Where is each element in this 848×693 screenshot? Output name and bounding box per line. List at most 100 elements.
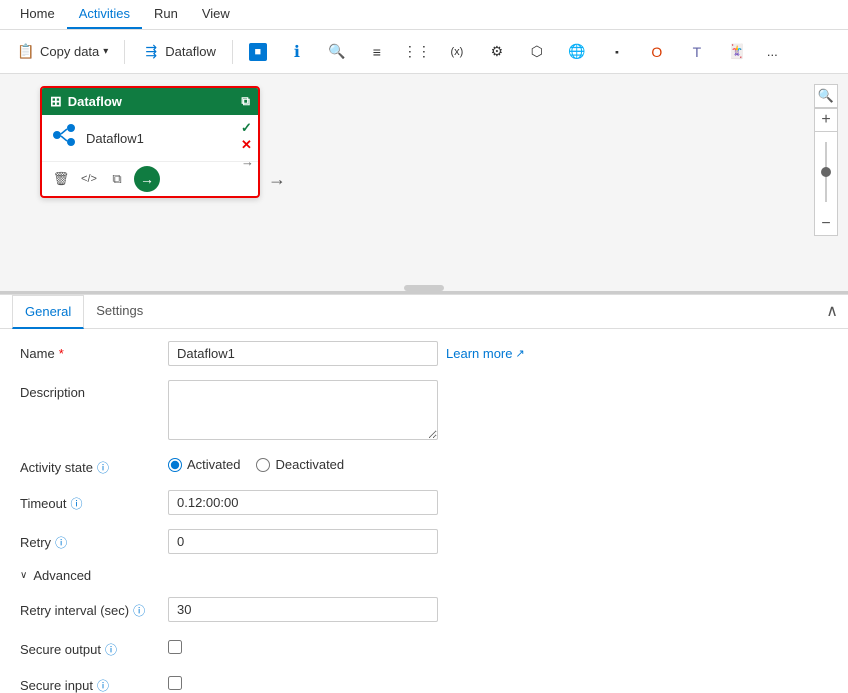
retry-info-icon[interactable]: ⓘ xyxy=(55,534,67,551)
activity-arrow-btn[interactable]: → xyxy=(134,166,160,192)
toolbar-icon-12: 🃏 xyxy=(727,42,747,62)
toolbar-separator-2 xyxy=(232,40,233,64)
form-label-retry-interval: Retry interval (sec) ⓘ xyxy=(20,597,160,619)
name-input[interactable] xyxy=(168,341,438,366)
toolbar-icon-7: ⬡ xyxy=(527,42,547,62)
activity-header-icon: ⊞ xyxy=(50,93,62,110)
toolbar-search-icon: 🔍 xyxy=(327,42,347,62)
deactivated-radio[interactable] xyxy=(256,458,270,472)
toolbar-icon-btn-5[interactable]: (x) xyxy=(439,38,475,66)
toolbar-separator-1 xyxy=(124,40,125,64)
toolbar-icon-btn-7[interactable]: ⬡ xyxy=(519,38,555,66)
toolbar-icon-5: (x) xyxy=(447,42,467,62)
form-row-name: Name * Learn more ↗ xyxy=(20,341,828,366)
toolbar-icon-btn-2[interactable]: ℹ xyxy=(279,38,315,66)
learn-more-text: Learn more xyxy=(446,346,512,361)
retry-label-text: Retry xyxy=(20,535,51,550)
activated-radio[interactable] xyxy=(168,458,182,472)
activated-label-text: Activated xyxy=(187,457,240,472)
toolbar-icon-btn-3[interactable]: ≡ xyxy=(359,38,395,66)
copy-data-button[interactable]: 📋 Copy data ▾ xyxy=(8,38,116,66)
toolbar-icon-btn-12[interactable]: 🃏 xyxy=(719,38,755,66)
form-row-description: Description xyxy=(20,380,828,440)
timeout-input[interactable] xyxy=(168,490,438,515)
toolbar-icon-btn-6[interactable]: ⚙ xyxy=(479,38,515,66)
activity-external-link-icon[interactable]: ⧉ xyxy=(241,94,250,109)
learn-more-link[interactable]: Learn more ↗ xyxy=(446,341,525,361)
description-input[interactable] xyxy=(168,380,438,440)
toolbar-icon-11: T xyxy=(687,42,707,62)
panel-collapse-btn[interactable]: ∧ xyxy=(826,301,838,321)
secure-output-label-text: Secure output xyxy=(20,642,101,657)
activity-node: ⊞ Dataflow ⧉ Dataflow1 xyxy=(40,86,260,198)
form-row-activity-state: Activity state ⓘ Activated Deactivated xyxy=(20,454,828,476)
form-row-secure-output: Secure output ⓘ xyxy=(20,636,828,658)
secure-output-info-icon[interactable]: ⓘ xyxy=(105,641,117,658)
copy-data-label: Copy data xyxy=(40,44,99,59)
toolbar-more-btn[interactable]: ... xyxy=(759,40,786,63)
tab-general[interactable]: General xyxy=(12,295,84,329)
menu-bar: Home Activities Run View xyxy=(0,0,848,30)
zoom-search-btn[interactable]: 🔍 xyxy=(814,84,838,108)
activity-header-left: ⊞ Dataflow xyxy=(50,93,122,110)
activity-state-label-text: Activity state xyxy=(20,460,93,475)
toolbar-icon-btn-9[interactable]: ⬝ xyxy=(599,38,635,66)
menu-item-activities[interactable]: Activities xyxy=(67,0,142,29)
form-label-timeout: Timeout ⓘ xyxy=(20,490,160,512)
name-required-star: * xyxy=(59,346,64,361)
activity-delete-btn[interactable]: 🗑 xyxy=(50,168,72,190)
zoom-slider[interactable] xyxy=(814,132,838,212)
description-label-text: Description xyxy=(20,385,85,400)
toolbar-icon-btn-10[interactable]: O xyxy=(639,38,675,66)
dataflow-label: Dataflow xyxy=(165,44,216,59)
toolbar-icon-1: ■ xyxy=(249,43,267,61)
activity-header-title: Dataflow xyxy=(68,94,122,109)
form-label-description: Description xyxy=(20,380,160,400)
retry-interval-input[interactable] xyxy=(168,597,438,622)
activity-status-panel: ✓ ✕ → xyxy=(241,120,254,169)
secure-input-checkbox[interactable] xyxy=(168,676,182,690)
retry-interval-info-icon[interactable]: ⓘ xyxy=(133,602,145,619)
secure-input-info-icon[interactable]: ⓘ xyxy=(97,677,109,693)
toolbar-search-btn[interactable]: 🔍 xyxy=(319,38,355,66)
toolbar-icon-9: ⬝ xyxy=(607,42,627,62)
deactivated-radio-label[interactable]: Deactivated xyxy=(256,457,344,472)
toolbar-icon-2: ℹ xyxy=(287,42,307,62)
tab-settings[interactable]: Settings xyxy=(84,295,155,328)
bottom-panel: General Settings ∧ Name * Learn more ↗ xyxy=(0,294,848,693)
toolbar-icon-3: ≡ xyxy=(367,42,387,62)
panel-resize-handle[interactable] xyxy=(404,285,444,291)
toolbar-icon-btn-1[interactable]: ■ xyxy=(241,39,275,65)
menu-item-run[interactable]: Run xyxy=(142,0,190,29)
activity-state-info-icon[interactable]: ⓘ xyxy=(97,459,109,476)
form-label-secure-input: Secure input ⓘ xyxy=(20,672,160,693)
advanced-label-text: Advanced xyxy=(33,568,91,583)
copy-data-icon: 📋 xyxy=(16,42,36,62)
activated-radio-label[interactable]: Activated xyxy=(168,457,240,472)
secure-output-checkbox[interactable] xyxy=(168,640,182,654)
activity-code-btn[interactable]: </> xyxy=(78,168,100,190)
retry-interval-label-text: Retry interval (sec) xyxy=(20,603,129,618)
retry-input[interactable] xyxy=(168,529,438,554)
zoom-plus-btn[interactable]: + xyxy=(814,108,838,132)
dataflow-button[interactable]: ⇶ Dataflow xyxy=(133,38,224,66)
toolbar-icon-btn-8[interactable]: 🌐 xyxy=(559,38,595,66)
activity-name-text: Dataflow1 xyxy=(86,131,144,146)
activity-body: Dataflow1 ✓ ✕ → xyxy=(42,115,258,161)
form-row-timeout: Timeout ⓘ xyxy=(20,490,828,515)
menu-item-view[interactable]: View xyxy=(190,0,242,29)
status-check-icon: ✓ xyxy=(241,120,254,136)
toolbar-icon-btn-4[interactable]: ⋮⋮ xyxy=(399,38,435,66)
advanced-toggle[interactable]: ∨ Advanced xyxy=(20,568,828,583)
zoom-minus-btn[interactable]: − xyxy=(814,212,838,236)
toolbar: 📋 Copy data ▾ ⇶ Dataflow ■ ℹ 🔍 ≡ ⋮⋮ (x) … xyxy=(0,30,848,74)
toolbar-icon-btn-11[interactable]: T xyxy=(679,38,715,66)
form-row-retry: Retry ⓘ xyxy=(20,529,828,554)
activity-dataflow-icon xyxy=(50,121,78,155)
timeout-info-icon[interactable]: ⓘ xyxy=(70,495,82,512)
canvas-area: ⊞ Dataflow ⧉ Dataflow1 xyxy=(0,74,848,294)
menu-item-home[interactable]: Home xyxy=(8,0,67,29)
activity-copy-btn[interactable]: ⧉ xyxy=(106,168,128,190)
zoom-track xyxy=(825,142,827,202)
toolbar-icon-4: ⋮⋮ xyxy=(407,42,427,62)
